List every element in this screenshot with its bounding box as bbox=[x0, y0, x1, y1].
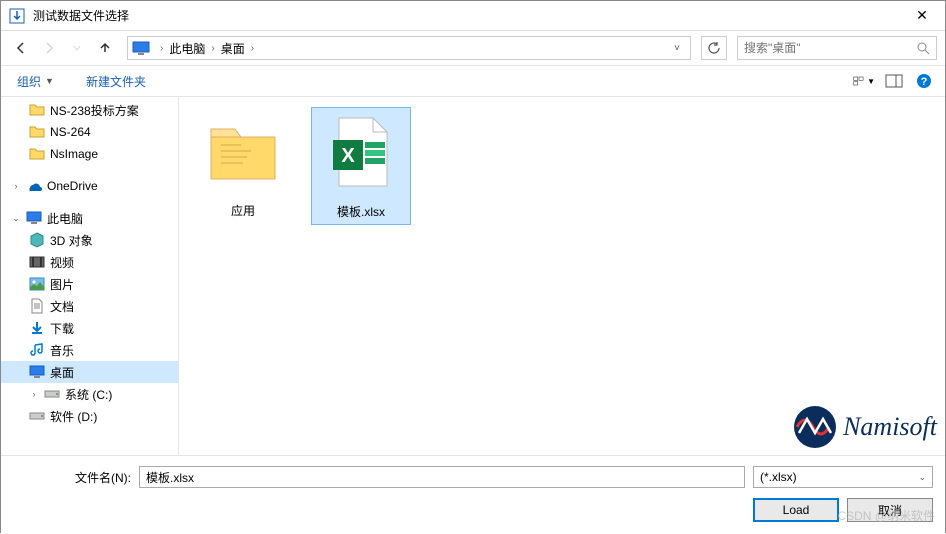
search-input[interactable] bbox=[744, 41, 916, 55]
tree-item-music[interactable]: 音乐 bbox=[1, 339, 178, 361]
filename-input[interactable] bbox=[139, 466, 745, 488]
tree-item[interactable]: NS-238投标方案 bbox=[1, 99, 178, 121]
app-icon bbox=[9, 8, 25, 24]
filename-label: 文件名(N): bbox=[13, 469, 131, 486]
refresh-button[interactable] bbox=[701, 36, 727, 60]
organize-button[interactable]: 组织 ▼ bbox=[11, 71, 60, 92]
help-button[interactable]: ? bbox=[913, 71, 935, 91]
load-button[interactable]: Load bbox=[753, 498, 839, 522]
csdn-watermark: CSDN @纳米软件 bbox=[837, 507, 935, 524]
music-icon bbox=[29, 342, 45, 358]
tree-item-desktop[interactable]: 桌面 bbox=[1, 361, 178, 383]
recent-dropdown[interactable] bbox=[65, 36, 89, 60]
folder-icon bbox=[29, 102, 45, 118]
footer: 文件名(N): (*.xlsx)⌄ Load 取消 bbox=[1, 455, 945, 534]
nav-bar: › 此电脑 › 桌面 › ˅ bbox=[1, 31, 945, 65]
folder-icon bbox=[29, 124, 45, 140]
brand-logo-icon bbox=[793, 405, 837, 449]
expand-icon: › bbox=[11, 181, 21, 191]
chevron-right-icon: › bbox=[247, 43, 258, 54]
title-bar: 测试数据文件选择 ✕ bbox=[1, 1, 945, 31]
svg-text:?: ? bbox=[921, 76, 928, 88]
picture-icon bbox=[29, 276, 45, 292]
excel-icon: X bbox=[321, 112, 401, 192]
crumb-loc[interactable]: 桌面 bbox=[219, 40, 247, 57]
collapse-icon: ⌄ bbox=[11, 213, 21, 224]
sidebar: NS-238投标方案 NS-264 NsImage ›OneDrive ⌄此电脑… bbox=[1, 97, 179, 455]
drive-icon bbox=[44, 386, 60, 402]
new-folder-button[interactable]: 新建文件夹 bbox=[80, 71, 152, 92]
chevron-right-icon: › bbox=[207, 43, 218, 54]
tree-item-videos[interactable]: 视频 bbox=[1, 251, 178, 273]
drive-icon bbox=[29, 408, 45, 424]
tree-item-pictures[interactable]: 图片 bbox=[1, 273, 178, 295]
tree-this-pc[interactable]: ⌄此电脑 bbox=[1, 207, 178, 229]
up-button[interactable] bbox=[93, 36, 117, 60]
file-label: 模板.xlsx bbox=[316, 203, 406, 220]
filetype-filter[interactable]: (*.xlsx)⌄ bbox=[753, 466, 933, 488]
window-title: 测试数据文件选择 bbox=[33, 7, 907, 24]
main-area: NS-238投标方案 NS-264 NsImage ›OneDrive ⌄此电脑… bbox=[1, 97, 945, 455]
monitor-icon bbox=[132, 41, 150, 55]
expand-icon: › bbox=[29, 389, 39, 399]
tree-item-documents[interactable]: 文档 bbox=[1, 295, 178, 317]
breadcrumb[interactable]: › 此电脑 › 桌面 › ˅ bbox=[127, 36, 691, 60]
chevron-right-icon: › bbox=[156, 43, 167, 54]
chevron-down-icon[interactable]: ˅ bbox=[668, 43, 686, 54]
brand-watermark: Namisoft bbox=[793, 405, 937, 449]
desktop-icon bbox=[29, 364, 45, 380]
forward-button[interactable] bbox=[37, 36, 61, 60]
onedrive-icon bbox=[26, 178, 42, 194]
tree-item-3d[interactable]: 3D 对象 bbox=[1, 229, 178, 251]
search-box[interactable] bbox=[737, 36, 937, 60]
video-icon bbox=[29, 254, 45, 270]
tree-item-downloads[interactable]: 下载 bbox=[1, 317, 178, 339]
preview-pane-button[interactable] bbox=[883, 71, 905, 91]
file-item-xlsx[interactable]: X 模板.xlsx bbox=[311, 107, 411, 225]
tree-onedrive[interactable]: ›OneDrive bbox=[1, 175, 178, 197]
document-icon bbox=[29, 298, 45, 314]
crumb-root[interactable]: 此电脑 bbox=[167, 40, 207, 57]
tree-item[interactable]: NS-264 bbox=[1, 121, 178, 143]
monitor-icon bbox=[26, 210, 42, 226]
close-button[interactable]: ✕ bbox=[907, 7, 937, 24]
tree-item-drive-c[interactable]: ›系统 (C:) bbox=[1, 383, 178, 405]
file-item-folder[interactable]: 应用 bbox=[193, 107, 293, 223]
brand-text: Namisoft bbox=[843, 412, 937, 442]
folder-icon bbox=[203, 111, 283, 191]
search-icon bbox=[916, 41, 930, 55]
back-button[interactable] bbox=[9, 36, 33, 60]
file-pane[interactable]: 应用 X 模板.xlsx Namisoft bbox=[179, 97, 945, 455]
download-icon bbox=[29, 320, 45, 336]
tree-item[interactable]: NsImage bbox=[1, 143, 178, 165]
cube-icon bbox=[29, 232, 45, 248]
svg-text:X: X bbox=[341, 145, 355, 167]
view-mode-button[interactable]: ▼ bbox=[853, 71, 875, 91]
tree-item-drive-d[interactable]: 软件 (D:) bbox=[1, 405, 178, 427]
toolbar: 组织 ▼ 新建文件夹 ▼ ? bbox=[1, 65, 945, 97]
file-label: 应用 bbox=[197, 202, 289, 219]
folder-icon bbox=[29, 146, 45, 162]
